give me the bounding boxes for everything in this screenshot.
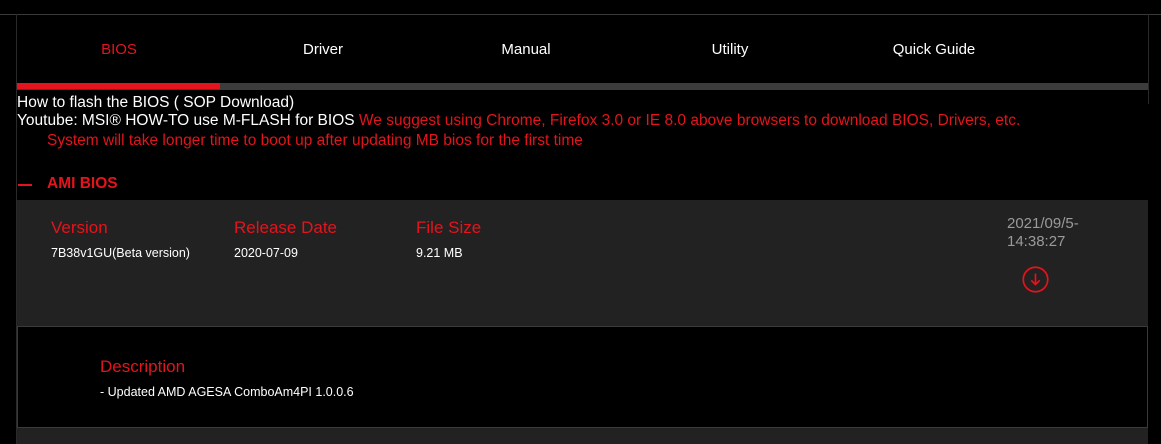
timestamp-time: 14:38:27	[1007, 233, 1066, 250]
minus-icon[interactable]	[18, 184, 32, 186]
flash-bios-link[interactable]: How to flash the BIOS ( SOP Download)	[17, 93, 294, 112]
youtube-line: Youtube: MSI® HOW-TO use M-FLASH for BIO…	[17, 111, 1020, 130]
download-button[interactable]	[1022, 266, 1049, 293]
version-value: 7B38v1GU(Beta version)	[51, 246, 190, 260]
description-box: Description - Updated AMD AGESA ComboAm4…	[17, 326, 1148, 428]
timestamp-date: 2021/09/5-	[1007, 215, 1079, 232]
tab-quick-guide[interactable]: Quick Guide	[893, 41, 976, 58]
release-date-value: 2020-07-09	[234, 246, 298, 260]
next-card-edge	[17, 428, 1148, 444]
version-label: Version	[51, 218, 108, 237]
tab-driver[interactable]: Driver	[303, 41, 343, 58]
timestamp: 2021/09/5- 14:38:27	[1007, 215, 1117, 251]
browser-notice: We suggest using Chrome, Firefox 3.0 or …	[358, 112, 1021, 129]
description-heading: Description	[100, 357, 186, 376]
bios-download-card: Version 7B38v1GU(Beta version) Release D…	[17, 200, 1148, 326]
file-size-label: File Size	[416, 218, 482, 237]
tab-indicator-track	[17, 83, 1148, 90]
description-text: - Updated AMD AGESA ComboAm4PI 1.0.0.6	[100, 385, 354, 399]
support-tabs: BIOS Driver Manual Utility Quick Guide	[17, 15, 1148, 83]
tab-indicator-active	[17, 83, 220, 89]
tab-manual[interactable]: Manual	[501, 41, 550, 58]
youtube-link[interactable]: Youtube: MSI® HOW-TO use M-FLASH for BIO…	[17, 112, 355, 129]
download-arrow-icon	[1022, 266, 1049, 293]
tab-utility[interactable]: Utility	[712, 41, 749, 58]
boot-notice: System will take longer time to boot up …	[47, 132, 583, 149]
tab-bios[interactable]: BIOS	[101, 41, 137, 58]
section-title: AMI BIOS	[47, 175, 118, 192]
release-date-label: Release Date	[234, 218, 338, 237]
right-border	[1148, 14, 1149, 104]
bios-download-page: BIOS Driver Manual Utility Quick Guide H…	[0, 0, 1161, 444]
file-size-value: 9.21 MB	[416, 246, 463, 260]
